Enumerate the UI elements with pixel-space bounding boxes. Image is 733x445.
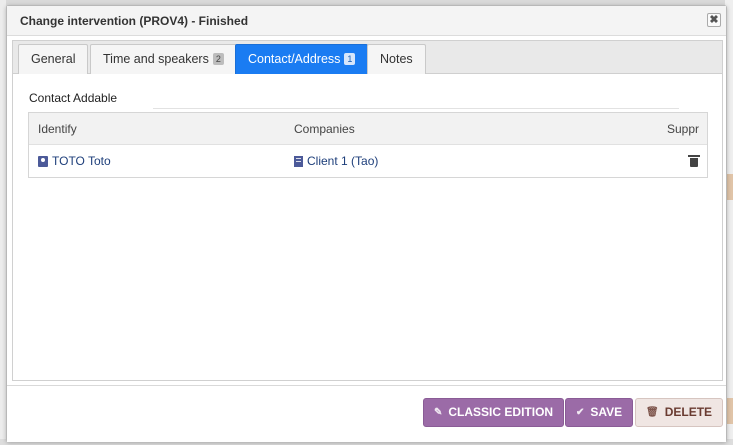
tab-count-badge: 2 xyxy=(212,53,224,65)
tab-count-badge: 1 xyxy=(344,53,356,65)
dialog-title: Change intervention (PROV4) - Finished xyxy=(20,14,249,28)
dialog-titlebar: Change intervention (PROV4) - Finished ✖ xyxy=(7,6,726,36)
tab-label: Notes xyxy=(380,52,413,66)
trash-icon[interactable] xyxy=(688,155,700,167)
dialog-footer: ✎ CLASSIC EDITION ✔ SAVE 🗑 DELETE xyxy=(7,386,726,442)
tab-time-and-speakers[interactable]: Time and speakers 2 xyxy=(90,44,237,74)
classic-edition-button[interactable]: ✎ CLASSIC EDITION xyxy=(423,398,565,427)
column-header-suppr: Suppr xyxy=(666,122,699,136)
close-icon[interactable]: ✖ xyxy=(707,13,721,27)
trash-body xyxy=(690,158,698,167)
background-marker xyxy=(727,174,733,200)
tab-contact-address[interactable]: Contact/Address 1 xyxy=(235,44,369,74)
column-header-companies[interactable]: Companies xyxy=(294,122,355,136)
company-name: Client 1 (Tao) xyxy=(307,154,379,168)
tab-label: Time and speakers xyxy=(103,52,209,66)
save-button[interactable]: ✔ SAVE xyxy=(565,398,634,427)
tab-notes[interactable]: Notes xyxy=(367,44,426,74)
contact-card-icon xyxy=(38,155,48,167)
contact-link[interactable]: TOTO Toto xyxy=(38,154,111,168)
section-divider xyxy=(153,108,679,109)
tab-bar: General Time and speakers 2 Contact/Addre… xyxy=(13,41,722,74)
table-row: TOTO Toto Client 1 (Tao) xyxy=(29,145,707,178)
column-header-identify[interactable]: Identify xyxy=(38,122,77,136)
tab-panel: General Time and speakers 2 Contact/Addre… xyxy=(12,40,723,381)
delete-button[interactable]: 🗑 DELETE xyxy=(635,398,724,427)
tab-general[interactable]: General xyxy=(18,44,89,74)
section-title: Contact Addable xyxy=(29,91,118,105)
tab-label: Contact/Address xyxy=(248,52,341,66)
delete-label: DELETE xyxy=(664,405,713,419)
company-link[interactable]: Client 1 (Tao) xyxy=(294,154,378,168)
trash-icon: 🗑 xyxy=(646,407,659,418)
classic-edition-label: CLASSIC EDITION xyxy=(448,405,554,419)
contact-name: TOTO Toto xyxy=(52,154,111,168)
check-icon: ✔ xyxy=(576,407,585,418)
tab-label: General xyxy=(31,52,76,66)
save-label: SAVE xyxy=(590,405,623,419)
change-intervention-dialog: Change intervention (PROV4) - Finished ✖… xyxy=(6,5,727,442)
pencil-icon: ✎ xyxy=(434,407,443,418)
contacts-table: Identify Companies Suppr TOTO Toto Clien… xyxy=(28,112,708,178)
background-marker xyxy=(727,398,733,424)
building-icon xyxy=(294,155,303,167)
table-header: Identify Companies Suppr xyxy=(29,113,707,145)
trash-lid xyxy=(688,155,700,157)
